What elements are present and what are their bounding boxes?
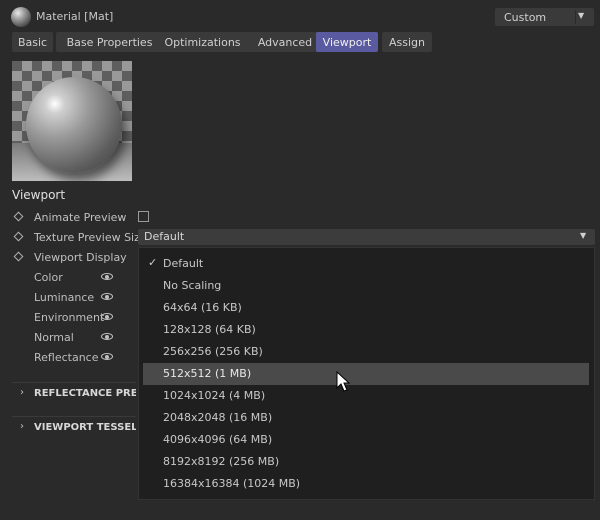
property-label: Animate Preview xyxy=(34,211,127,224)
eye-icon[interactable] xyxy=(101,293,113,300)
attribute-header: Material [Mat] Custom ▼ xyxy=(0,0,600,32)
dropdown-option[interactable]: 128x128 (64 KB) xyxy=(143,319,589,341)
animate-preview-checkbox[interactable] xyxy=(138,211,149,222)
mouse-cursor-icon xyxy=(336,371,351,392)
eye-icon[interactable] xyxy=(101,333,113,340)
group-label: VIEWPORT TESSELLATION xyxy=(34,422,136,433)
dropdown-option[interactable]: 8192x8192 (256 MB) xyxy=(143,451,589,473)
dropdown-option[interactable]: 16384x16384 (1024 MB) xyxy=(143,473,589,495)
material-title: Material [Mat] xyxy=(36,10,114,23)
dropdown-option[interactable]: 256x256 (256 KB) xyxy=(143,341,589,363)
tab-basic[interactable]: Basic xyxy=(12,32,53,52)
preview-sphere xyxy=(26,77,122,173)
texture-preview-size-value: Default xyxy=(144,230,185,243)
keyframe-diamond-icon[interactable] xyxy=(13,251,24,262)
tab-base-properties[interactable]: Base Properties xyxy=(56,32,163,52)
group-reflectance-preview[interactable]: › REFLECTANCE PREVIEW xyxy=(12,382,136,404)
property-label: Texture Preview Size xyxy=(34,231,147,244)
property-animate-preview: Animate Preview xyxy=(0,208,600,226)
dropdown-option-label: Default xyxy=(163,257,204,270)
channel-label: Color xyxy=(34,271,63,284)
chevron-down-icon[interactable]: ▼ xyxy=(578,11,584,20)
channel-label: Normal xyxy=(34,331,74,344)
material-preview[interactable] xyxy=(12,61,132,181)
dropdown-option-label: 16384x16384 (1024 MB) xyxy=(163,477,301,490)
channel-label: Environment xyxy=(34,311,105,324)
dropdown-option-label: 512x512 (1 MB) xyxy=(163,367,252,380)
checkmark-icon: ✓ xyxy=(148,256,158,269)
dropdown-option-hovered[interactable]: 512x512 (1 MB) xyxy=(143,363,589,385)
group-viewport-tessellation[interactable]: › VIEWPORT TESSELLATION xyxy=(12,416,136,438)
dropdown-option-label: No Scaling xyxy=(163,279,222,292)
chevron-down-icon[interactable]: ▼ xyxy=(580,231,586,240)
dropdown-option-label: 1024x1024 (4 MB) xyxy=(163,389,266,402)
eye-icon[interactable] xyxy=(101,353,113,360)
dropdown-option-label: 256x256 (256 KB) xyxy=(163,345,263,358)
dropdown-option-label: 64x64 (16 KB) xyxy=(163,301,242,314)
dropdown-option[interactable]: No Scaling xyxy=(143,275,589,297)
preset-dropdown-label: Custom xyxy=(504,11,547,24)
chevron-right-icon[interactable]: › xyxy=(20,421,24,432)
dropdown-option-label: 128x128 (64 KB) xyxy=(163,323,256,336)
dropdown-option[interactable]: 64x64 (16 KB) xyxy=(143,297,589,319)
texture-size-dropdown-menu: ✓ Default No Scaling 64x64 (16 KB) 128x1… xyxy=(138,247,595,500)
preset-dropdown-divider xyxy=(575,10,576,24)
dropdown-option[interactable]: 1024x1024 (4 MB) xyxy=(143,385,589,407)
section-title: Viewport xyxy=(12,188,66,202)
channel-label: Reflectance xyxy=(34,351,99,364)
eye-icon[interactable] xyxy=(101,273,113,280)
texture-preview-size-dropdown[interactable]: Default ▼ xyxy=(138,229,595,245)
eye-icon[interactable] xyxy=(101,313,113,320)
dropdown-option-label: 8192x8192 (256 MB) xyxy=(163,455,280,468)
group-label: REFLECTANCE PREVIEW xyxy=(34,388,136,399)
property-label: Viewport Display xyxy=(34,251,127,264)
keyframe-diamond-icon[interactable] xyxy=(13,211,24,222)
channel-label: Luminance xyxy=(34,291,95,304)
tab-assign[interactable]: Assign xyxy=(382,32,432,52)
tab-viewport[interactable]: Viewport xyxy=(316,32,378,52)
chevron-right-icon[interactable]: › xyxy=(20,387,24,398)
dropdown-option[interactable]: 4096x4096 (64 MB) xyxy=(143,429,589,451)
keyframe-diamond-icon[interactable] xyxy=(13,231,24,242)
tab-advanced[interactable]: Advanced xyxy=(246,32,324,52)
preset-dropdown[interactable]: Custom ▼ xyxy=(495,8,594,26)
dropdown-option-label: 2048x2048 (16 MB) xyxy=(163,411,273,424)
material-sphere-icon xyxy=(11,7,31,27)
dropdown-option-label: 4096x4096 (64 MB) xyxy=(163,433,273,446)
dropdown-option[interactable]: 2048x2048 (16 MB) xyxy=(143,407,589,429)
dropdown-option[interactable]: ✓ Default xyxy=(143,253,589,275)
tab-optimizations[interactable]: Optimizations xyxy=(156,32,249,52)
